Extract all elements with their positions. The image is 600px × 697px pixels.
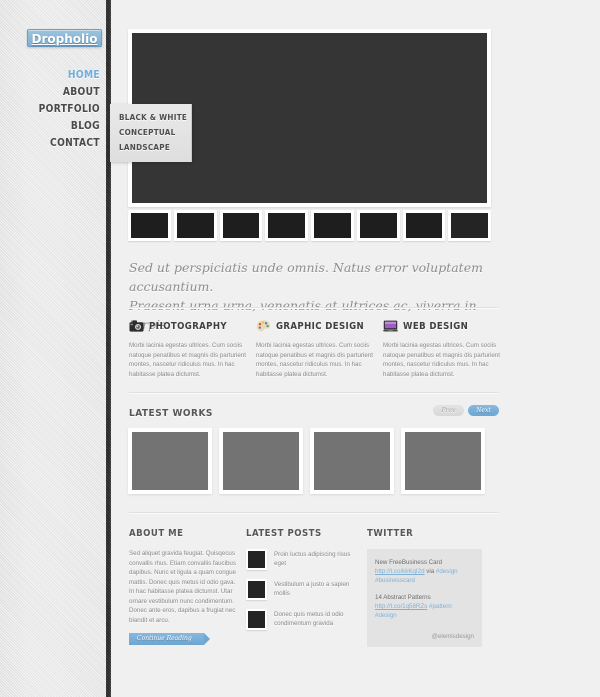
slider-thumbnail[interactable] — [128, 210, 171, 241]
about-me-heading: ABOUT ME — [129, 528, 184, 539]
prev-button[interactable]: Prev — [433, 405, 464, 416]
work-item[interactable] — [219, 428, 303, 494]
slider-thumbnail[interactable] — [173, 210, 217, 241]
nav-item-contact[interactable]: CONTACT — [8, 134, 100, 151]
list-item[interactable]: Donec quis metus id odio condimentum gra… — [246, 609, 358, 630]
post-title: Vestibulum a justo a sapien mollis — [274, 581, 350, 597]
work-item[interactable] — [401, 428, 485, 494]
post-title: Proin luctus adipiscing risus eget — [274, 551, 351, 567]
nav-item-blog[interactable]: BLOG — [8, 117, 100, 134]
divider — [129, 307, 499, 309]
page-root: Dropholio HOME ABOUT PORTFOLIO BLOG CONT… — [0, 0, 600, 697]
submenu-item-landscape[interactable]: LANDSCAPE — [110, 140, 191, 155]
slider-thumbnail[interactable] — [311, 210, 354, 241]
nav-item-portfolio[interactable]: PORTFOLIO — [8, 100, 100, 117]
next-button[interactable]: Next — [468, 405, 499, 416]
slider-thumbnail[interactable] — [219, 210, 263, 241]
about-me-body: Sed aliquet gravida feugiat. Quisqecus c… — [129, 550, 236, 624]
widget-twitter: TWITTER New FreeBusiness Card http://t.c… — [367, 528, 482, 647]
tagline-line-1: Sed ut perspiciatis unde omnis. Natus er… — [129, 260, 483, 294]
continue-reading-button[interactable]: Continue Reading — [129, 633, 210, 645]
latest-works-gallery — [128, 428, 485, 494]
tweet-link[interactable]: http://t.co/1q58RZs — [375, 603, 427, 610]
twitter-heading: TWITTER — [367, 528, 414, 539]
submenu-item-black-and-white[interactable]: BLACK & WHITE — [110, 110, 191, 125]
work-item[interactable] — [310, 428, 394, 494]
submenu-item-conceptual[interactable]: CONCEPTUAL — [110, 125, 191, 140]
service-body: Morbi lacinia egestas ultrices. Cum soci… — [383, 342, 500, 378]
main-navigation: HOME ABOUT PORTFOLIO BLOG CONTACT — [0, 66, 100, 151]
service-title: GRAPHIC DESIGN — [276, 320, 365, 332]
tweet-title: New FreeBusiness Card — [375, 559, 443, 566]
service-body: Morbi lacinia egestas ultrices. Cum soci… — [256, 342, 373, 378]
service-web-design: WEB DESIGN Morbi lacinia egestas ultrice… — [383, 318, 501, 379]
service-title: PHOTOGRAPHY — [149, 320, 227, 332]
footer-widgets: ABOUT ME Sed aliquet gravida feugiat. Qu… — [129, 528, 501, 647]
divider — [129, 392, 499, 394]
tweet-via: via — [426, 568, 435, 575]
widget-latest-posts: LATEST POSTS Proin luctus adipiscing ris… — [246, 528, 358, 647]
service-header: PHOTOGRAPHY — [129, 318, 247, 334]
works-pagination: Prev Next — [433, 405, 499, 416]
services-row: PHOTOGRAPHY Morbi lacinia egestas ultric… — [129, 318, 501, 379]
tweet-meta: http://t.co/kkKqI2d via #design #busines… — [375, 567, 474, 585]
monitor-icon — [383, 320, 398, 332]
tweet-item: 14 Abstract Patterns http://t.co/1q58RZs… — [375, 593, 474, 620]
post-thumbnail — [246, 579, 267, 600]
service-body: Morbi lacinia egestas ultrices. Cum soci… — [129, 342, 246, 378]
tweet-title: 14 Abstract Patterns — [375, 594, 431, 601]
nav-item-home[interactable]: HOME — [8, 66, 100, 83]
list-item[interactable]: Vestibulum a justo a sapien mollis — [246, 579, 358, 600]
site-logo[interactable]: Dropholio — [27, 29, 102, 47]
post-thumbnail — [246, 549, 267, 570]
nav-item-about[interactable]: ABOUT — [8, 83, 100, 100]
service-header: WEB DESIGN — [383, 318, 501, 334]
slider-thumbnail[interactable] — [265, 210, 308, 241]
slider-thumbnail-strip — [128, 210, 491, 241]
widget-about-me: ABOUT ME Sed aliquet gravida feugiat. Qu… — [129, 528, 237, 647]
tweet-meta: http://t.co/1q58RZs #pattern #design — [375, 602, 474, 620]
slider-thumbnail-active[interactable] — [448, 210, 491, 241]
service-photography: PHOTOGRAPHY Morbi lacinia egestas ultric… — [129, 318, 247, 379]
palette-icon — [256, 320, 271, 332]
divider — [129, 512, 499, 514]
tweet-link[interactable]: http://t.co/kkKqI2d — [375, 568, 425, 575]
twitter-handle[interactable]: @elemisdesign — [375, 633, 474, 640]
twitter-feed-box: New FreeBusiness Card http://t.co/kkKqI2… — [367, 549, 482, 647]
work-item[interactable] — [128, 428, 212, 494]
service-header: GRAPHIC DESIGN — [256, 318, 374, 334]
latest-posts-heading: LATEST POSTS — [246, 528, 322, 539]
portfolio-submenu: BLACK & WHITE CONCEPTUAL LANDSCAPE — [110, 104, 192, 162]
service-title: WEB DESIGN — [403, 320, 469, 332]
post-thumbnail — [246, 609, 267, 630]
slider-thumbnail[interactable] — [356, 210, 400, 241]
latest-works-heading: LATEST WORKS — [129, 408, 213, 419]
camera-icon — [129, 320, 144, 332]
tweet-item: New FreeBusiness Card http://t.co/kkKqI2… — [375, 558, 474, 585]
service-graphic-design: GRAPHIC DESIGN Morbi lacinia egestas ult… — [256, 318, 374, 379]
slider-thumbnail[interactable] — [402, 210, 446, 241]
list-item[interactable]: Proin luctus adipiscing risus eget — [246, 549, 358, 570]
post-title: Donec quis metus id odio condimentum gra… — [274, 611, 344, 627]
